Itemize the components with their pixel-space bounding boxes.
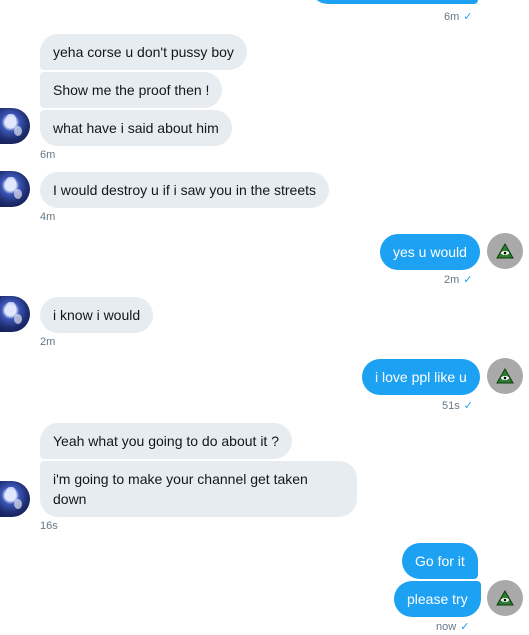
sender-avatar[interactable] <box>0 481 30 517</box>
sent-message[interactable]: yes u would <box>380 234 480 270</box>
illuminati-eye-icon <box>496 368 514 384</box>
message-timestamp: 6m ✓ <box>444 11 473 23</box>
sent-message[interactable]: i love ppl like u <box>362 359 480 395</box>
received-message[interactable]: what have i said about him <box>40 110 232 146</box>
message-timestamp: 6m <box>40 149 56 161</box>
message-timestamp: 2m ✓ <box>444 274 473 286</box>
message-timestamp: 2m <box>40 336 56 348</box>
received-message[interactable]: yeha corse u don't pussy boy <box>40 34 247 70</box>
read-check-icon: ✓ <box>463 274 473 286</box>
sent-message[interactable]: please try <box>394 581 481 617</box>
sender-avatar[interactable] <box>0 171 30 207</box>
illuminati-eye-icon <box>496 243 514 259</box>
received-message[interactable]: i know i would <box>40 297 154 333</box>
received-message[interactable]: i'm going to make your channel get taken… <box>40 461 357 517</box>
message-timestamp: 16s <box>40 520 58 532</box>
message-timestamp: now ✓ <box>436 621 470 633</box>
user-avatar[interactable] <box>487 580 523 616</box>
user-avatar[interactable] <box>487 358 523 394</box>
sender-avatar[interactable] <box>0 296 30 332</box>
illuminati-eye-icon <box>496 590 514 606</box>
sender-avatar[interactable] <box>0 108 30 144</box>
read-check-icon: ✓ <box>460 621 470 633</box>
sent-message-partial[interactable] <box>310 0 478 4</box>
sent-message[interactable]: Go for it <box>402 543 478 579</box>
user-avatar[interactable] <box>487 233 523 269</box>
message-timestamp: 4m <box>40 211 56 223</box>
read-check-icon: ✓ <box>463 400 473 412</box>
read-check-icon: ✓ <box>463 11 473 23</box>
message-timestamp: 51s ✓ <box>442 400 473 412</box>
received-message[interactable]: Yeah what you going to do about it ? <box>40 423 292 459</box>
received-message[interactable]: Show me the proof then ! <box>40 72 223 108</box>
received-message[interactable]: I would destroy u if i saw you in the st… <box>40 172 330 208</box>
